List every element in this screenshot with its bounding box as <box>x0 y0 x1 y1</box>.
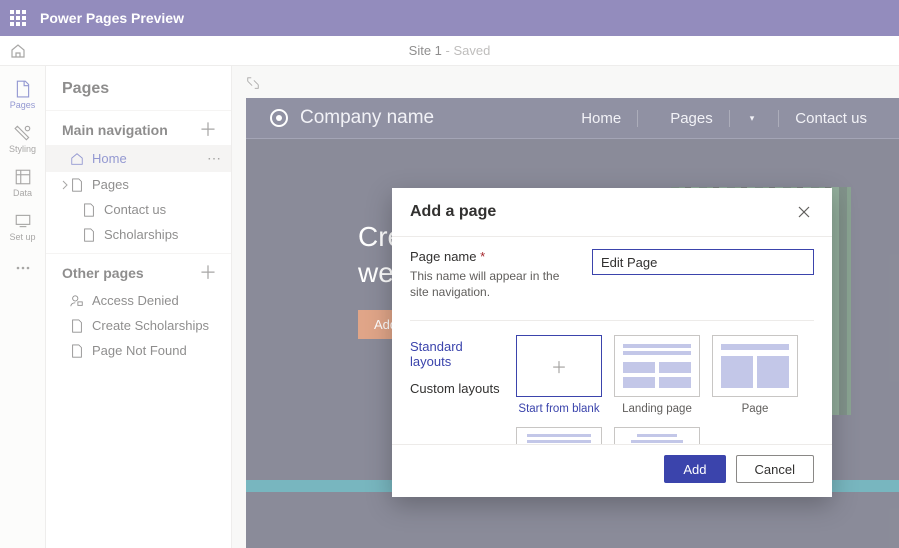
layout-more-1[interactable] <box>516 427 602 444</box>
page-name-label: Page name * <box>410 249 574 264</box>
layout-more-2[interactable] <box>614 427 700 444</box>
plus-icon: ＋ <box>517 336 601 396</box>
close-button[interactable] <box>794 202 814 222</box>
layout-grid: ＋ Start from blank Landing page Page <box>516 335 814 444</box>
modal-title: Add a page <box>410 203 496 221</box>
page-name-help: This name will appear in the site naviga… <box>410 268 574 300</box>
modal-body: Page name * This name will appear in the… <box>392 237 832 444</box>
close-icon <box>798 206 810 218</box>
layout-start-from-blank[interactable]: ＋ Start from blank <box>516 335 602 415</box>
add-page-modal: Add a page Page name * This name will ap… <box>392 188 832 497</box>
tab-standard-layouts[interactable]: Standard layouts <box>410 339 502 369</box>
tab-custom-layouts[interactable]: Custom layouts <box>410 381 502 396</box>
cancel-button[interactable]: Cancel <box>736 455 814 483</box>
layout-landing-page[interactable]: Landing page <box>614 335 700 415</box>
layout-page[interactable]: Page <box>712 335 798 415</box>
page-name-input[interactable] <box>592 249 814 275</box>
add-button[interactable]: Add <box>664 455 725 483</box>
